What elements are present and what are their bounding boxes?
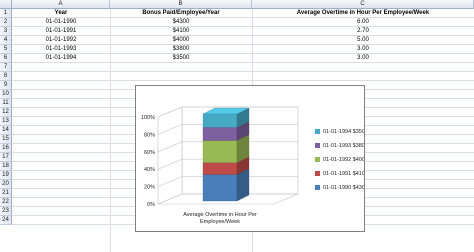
row-header[interactable]: 6 [0, 54, 12, 63]
legend-item: 01-01-1994 $3500 [323, 129, 364, 135]
row-header[interactable]: 23 [0, 207, 12, 216]
grid-row [12, 63, 474, 72]
row-header[interactable]: 1 [0, 9, 12, 18]
table-cell-bonus[interactable]: $4100 [110, 27, 252, 36]
cell-c1[interactable]: Average Overtime in Hour Per Employee/We… [252, 9, 474, 18]
row-header[interactable]: 22 [0, 198, 12, 207]
column-header-b[interactable]: B [110, 0, 252, 9]
bar-segment-front [202, 127, 238, 141]
bar-segment-front [202, 174, 238, 202]
y-tick-label: 60% [144, 150, 155, 156]
select-all-corner[interactable] [0, 0, 12, 9]
row-header[interactable]: 15 [0, 135, 12, 144]
y-tick-label: 100% [141, 115, 155, 121]
row-header[interactable]: 18 [0, 162, 12, 171]
bar-segment-front [202, 113, 238, 128]
row-header[interactable]: 10 [0, 90, 12, 99]
legend-item: 01-01-1990 $4300 [323, 185, 364, 191]
cell-a1[interactable]: Year [12, 9, 110, 18]
table-cell-year[interactable]: 01-01-1994 [12, 54, 110, 63]
table-cell-bonus[interactable]: $4300 [110, 18, 252, 27]
bar-segment-front [202, 140, 238, 163]
table-cell-overtime[interactable]: 5.00 [252, 36, 474, 45]
column-header-c[interactable]: C [252, 0, 474, 9]
row-header[interactable]: 20 [0, 180, 12, 189]
y-tick-label: 20% [144, 185, 155, 191]
bar-segment-front [202, 162, 238, 175]
row-header[interactable]: 12 [0, 108, 12, 117]
table-cell-bonus[interactable]: $3500 [110, 54, 252, 63]
legend-swatch [315, 129, 320, 134]
legend-swatch [315, 185, 320, 190]
y-tick-label: 80% [144, 132, 155, 138]
row-header[interactable]: 5 [0, 45, 12, 54]
column-header-a[interactable]: A [12, 0, 110, 9]
row-header[interactable]: 13 [0, 117, 12, 126]
table-cell-year[interactable]: 01-01-1991 [12, 27, 110, 36]
table-cell-overtime[interactable]: 6.00 [252, 18, 474, 27]
row-header[interactable]: 17 [0, 153, 12, 162]
row-header[interactable]: 24 [0, 216, 12, 225]
row-header[interactable]: 7 [0, 63, 12, 72]
x-category-label: Average Overtime in Hour Per [183, 212, 257, 218]
legend-swatch [315, 171, 320, 176]
table-cell-overtime[interactable]: 2.70 [252, 27, 474, 36]
row-header[interactable]: 19 [0, 171, 12, 180]
chart-canvas: 0% 20% 40% 60% 80% 100% Average Overtime in Ho… [141, 106, 364, 225]
row-header[interactable]: 4 [0, 36, 12, 45]
grid-row [12, 72, 474, 81]
legend-item: 01-01-1991 $4100 [323, 171, 364, 177]
table-cell-year[interactable]: 01-01-1992 [12, 36, 110, 45]
legend-item: 01-01-1993 $3800 [323, 143, 364, 149]
side-wall [157, 106, 183, 205]
table-cell-overtime[interactable]: 3.00 [252, 45, 474, 54]
table-cell-overtime[interactable]: 3.00 [252, 54, 474, 63]
table-cell-year[interactable]: 01-01-1993 [12, 45, 110, 54]
y-tick-label: 40% [144, 167, 155, 173]
row-header[interactable]: 8 [0, 72, 12, 81]
cell-b1[interactable]: Bonus Paid/Employee/Year [110, 9, 252, 18]
legend-swatch [315, 143, 320, 148]
legend-swatch [315, 157, 320, 162]
table-cell-bonus[interactable]: $4000 [110, 36, 252, 45]
row-header[interactable]: 2 [0, 18, 12, 27]
row-header[interactable]: 11 [0, 99, 12, 108]
table-cell-year[interactable]: 01-01-1990 [12, 18, 110, 27]
row-header[interactable]: 21 [0, 189, 12, 198]
legend-item: 01-01-1992 $4000 [323, 157, 364, 163]
stacked-column-chart[interactable]: 0% 20% 40% 60% 80% 100% Average Overtime in Ho… [135, 85, 365, 232]
x-category-label: Employee/Week [200, 219, 240, 225]
row-header[interactable]: 16 [0, 144, 12, 153]
y-tick-label: 0% [147, 202, 155, 208]
row-header[interactable]: 14 [0, 126, 12, 135]
row-header[interactable]: 3 [0, 27, 12, 36]
spreadsheet-grid: A B C 1 2 3 4 5 6 7 8 9 10 11 12 13 14 15 16 17 18 19 20 21 2… [0, 0, 474, 252]
table-cell-bonus[interactable]: $3800 [110, 45, 252, 54]
row-header[interactable]: 9 [0, 81, 12, 90]
